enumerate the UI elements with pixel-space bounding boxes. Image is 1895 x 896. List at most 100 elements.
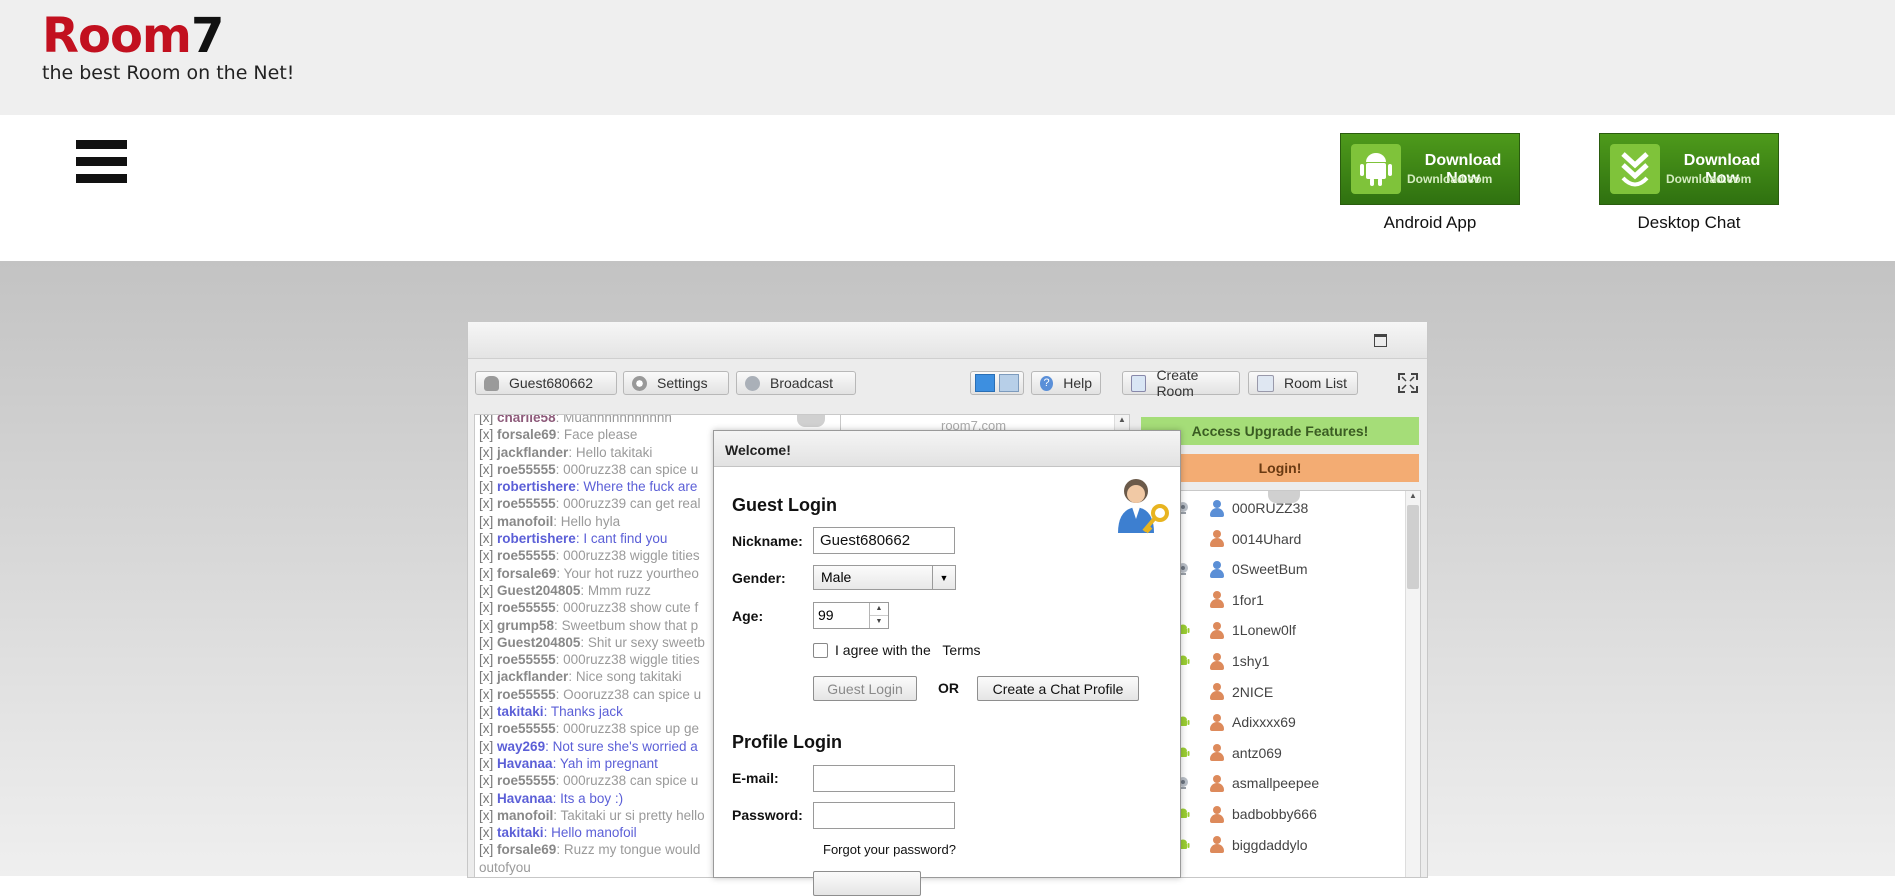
ignore-user-link[interactable]: [x] [479,548,493,563]
user-list[interactable]: 000RUZZ38 0014Uhard 0SweetBum 1for1 1Lonew0l… [1141,490,1421,877]
ignore-user-link[interactable]: [x] [479,566,493,581]
chat-username[interactable]: forsale69 [497,566,556,581]
chat-username[interactable]: roe55555 [497,773,556,788]
chat-username[interactable]: roe55555 [497,652,556,667]
stepper-up-icon[interactable]: ▲ [870,603,888,616]
user-list-item[interactable]: 0SweetBum [1142,554,1402,584]
ignore-user-link[interactable]: [x] [479,808,493,823]
password-field[interactable] [813,802,955,829]
user-list-item[interactable]: 0014Uhard [1142,524,1402,554]
chat-username[interactable]: takitaki [497,704,544,719]
ignore-user-link[interactable]: [x] [479,721,493,736]
nickname-input[interactable] [813,527,955,554]
user-list-item[interactable]: asmallpeepee [1142,768,1402,798]
create-chat-profile-button[interactable]: Create a Chat Profile [977,676,1139,701]
chat-username[interactable]: Guest204805 [497,635,580,650]
ignore-user-link[interactable]: [x] [479,415,493,425]
collapse-handle[interactable] [797,415,825,427]
ignore-user-link[interactable]: [x] [479,652,493,667]
ignore-user-link[interactable]: [x] [479,739,493,754]
email-field[interactable] [813,765,955,792]
ignore-user-link[interactable]: [x] [479,791,493,806]
chat-username[interactable]: jackflander [497,669,568,684]
layout-toggle-button[interactable] [970,371,1024,395]
chat-username[interactable]: charlie58 [497,415,556,425]
help-button[interactable]: ? Help [1031,371,1101,395]
ignore-user-link[interactable]: [x] [479,825,493,840]
ignore-user-link[interactable]: [x] [479,531,493,546]
chat-username[interactable]: forsale69 [497,842,556,857]
chat-username[interactable]: jackflander [497,445,568,460]
ignore-user-link[interactable]: [x] [479,583,493,598]
chat-username[interactable]: roe55555 [497,687,556,702]
user-list-item[interactable]: 1for1 [1142,585,1402,615]
terms-link[interactable]: Terms [942,642,980,658]
chat-username[interactable]: roe55555 [497,721,556,736]
upgrade-features-button[interactable]: Access Upgrade Features! [1141,417,1419,445]
user-list-item[interactable]: antz069 [1142,738,1402,768]
age-stepper-controls[interactable]: ▲ ▼ [869,603,888,628]
userlist-scrollbar[interactable]: ▲ [1405,491,1420,877]
chat-username[interactable]: takitaki [497,825,544,840]
profile-login-button[interactable] [813,871,921,896]
chat-username[interactable]: Havanaa [497,791,553,806]
user-list-item[interactable]: badbobby666 [1142,799,1402,829]
hamburger-menu-icon[interactable] [76,140,127,192]
ignore-user-link[interactable]: [x] [479,600,493,615]
ignore-user-link[interactable]: [x] [479,635,493,650]
user-list-item[interactable]: 2NICE [1142,677,1402,707]
ignore-user-link[interactable]: [x] [479,514,493,529]
download-desktop-button[interactable]: Download Now Download.com [1599,133,1779,205]
chat-username[interactable]: robertishere [497,531,576,546]
guest-login-button[interactable]: Guest Login [813,676,917,701]
chat-username[interactable]: roe55555 [497,600,556,615]
broadcast-button[interactable]: Broadcast [736,371,856,395]
ignore-user-link[interactable]: [x] [479,496,493,511]
ignore-user-link[interactable]: [x] [479,773,493,788]
site-logo[interactable]: Room7 [42,6,224,66]
userlist-scroll-thumb[interactable] [1407,505,1419,589]
chat-username[interactable]: manofoil [497,808,553,823]
user-list-item[interactable]: 1shy1 [1142,646,1402,676]
maximize-icon[interactable] [1374,334,1387,347]
chat-username[interactable]: roe55555 [497,496,556,511]
chevron-down-icon[interactable]: ▼ [932,566,955,589]
chat-username[interactable]: forsale69 [497,427,556,442]
android-app-caption[interactable]: Android App [1340,213,1520,233]
ignore-user-link[interactable]: [x] [479,687,493,702]
terms-checkbox[interactable] [813,643,828,658]
ignore-user-link[interactable]: [x] [479,669,493,684]
stepper-down-icon[interactable]: ▼ [870,616,888,628]
download-android-button[interactable]: Download Now Download.com [1340,133,1520,205]
chat-username[interactable]: grump58 [497,618,554,633]
ignore-user-link[interactable]: [x] [479,704,493,719]
ignore-user-link[interactable]: [x] [479,842,493,857]
chat-username[interactable]: manofoil [497,514,553,529]
age-stepper[interactable]: 99 ▲ ▼ [813,602,889,629]
ignore-user-link[interactable]: [x] [479,756,493,771]
user-list-item[interactable]: 000RUZZ38 [1142,493,1402,523]
chat-username[interactable]: roe55555 [497,462,556,477]
chat-username[interactable]: Guest204805 [497,583,580,598]
chat-username[interactable]: roe55555 [497,548,556,563]
room-list-button[interactable]: Room List [1248,371,1358,395]
desktop-chat-caption[interactable]: Desktop Chat [1599,213,1779,233]
create-room-button[interactable]: Create Room [1122,367,1240,399]
chat-username[interactable]: way269 [497,739,545,754]
ignore-user-link[interactable]: [x] [479,479,493,494]
chat-username[interactable]: robertishere [497,479,576,494]
login-button[interactable]: Login! [1141,454,1419,482]
fullscreen-icon[interactable] [1398,373,1418,393]
settings-button[interactable]: Settings [623,371,729,395]
ignore-user-link[interactable]: [x] [479,427,493,442]
user-profile-button[interactable]: Guest680662 [475,371,617,395]
ignore-user-link[interactable]: [x] [479,445,493,460]
user-list-item[interactable]: 1Lonew0lf [1142,615,1402,645]
user-list-item[interactable]: biggdaddylo [1142,830,1402,860]
forgot-password-link[interactable]: Forgot your password? [823,842,956,857]
user-list-item[interactable]: Adixxxx69 [1142,707,1402,737]
ignore-user-link[interactable]: [x] [479,618,493,633]
chat-username[interactable]: Havanaa [497,756,553,771]
ignore-user-link[interactable]: [x] [479,462,493,477]
gender-select[interactable]: Male ▼ [813,565,956,590]
